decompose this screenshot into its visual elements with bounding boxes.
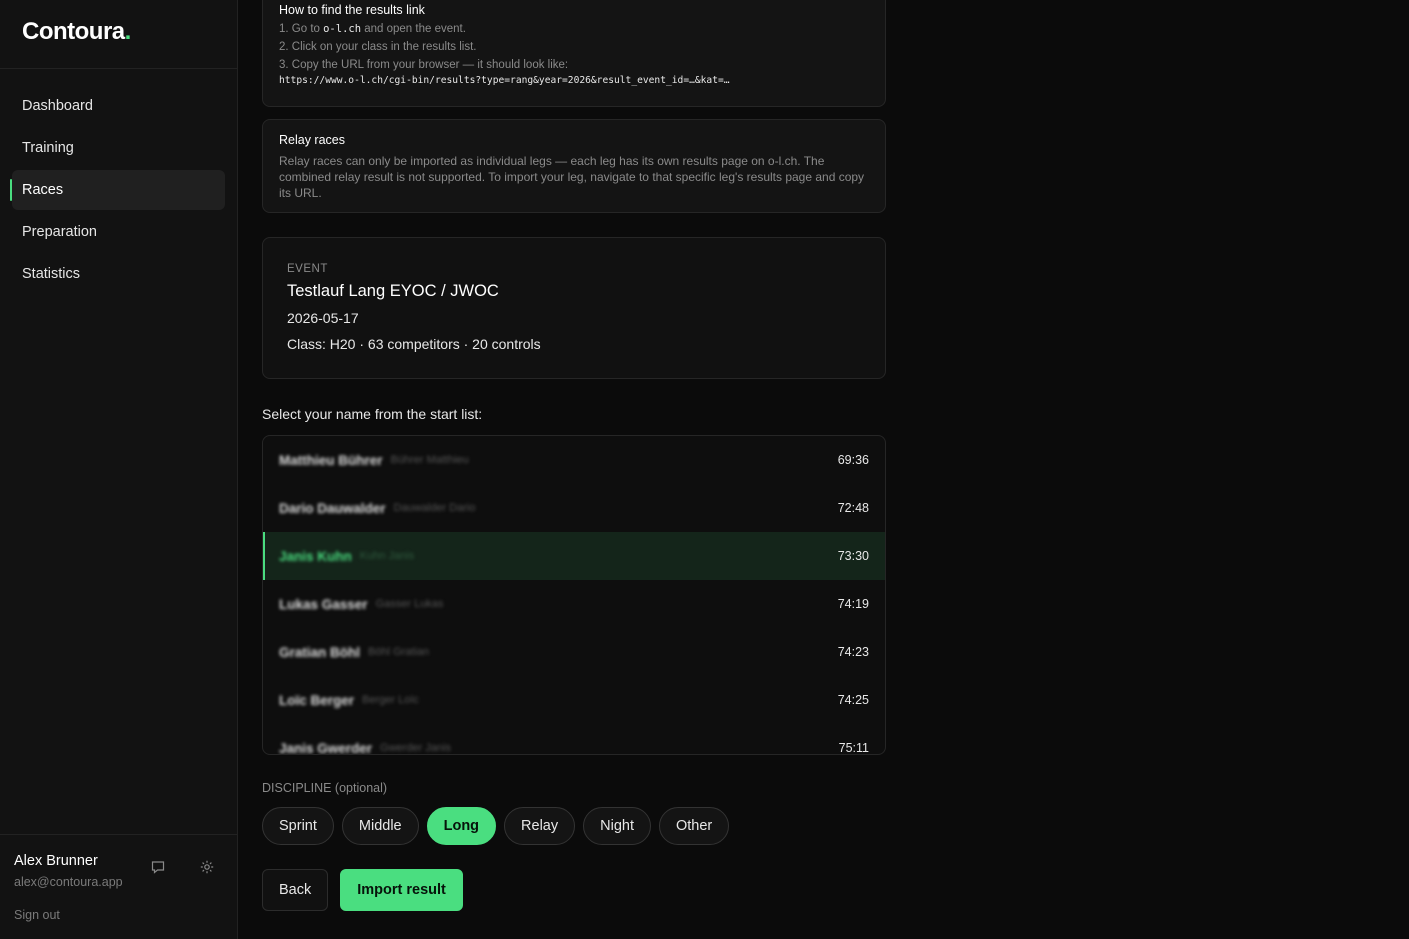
sidebar-item-statistics[interactable]: Statistics [12, 254, 225, 294]
competitor-alt-name: Böhl Gratian [368, 646, 430, 658]
app: Contoura. Dashboard Training Races Prepa… [0, 0, 1409, 939]
main-content: How to find the results link 1. Go to o-… [238, 0, 1409, 939]
help-step-1: 1. Go to o-l.ch and open the event. [279, 23, 869, 35]
competitor-alt-name: Kuhn Janis [359, 550, 415, 562]
event-meta: Class: H20 · 63 competitors · 20 control… [287, 336, 541, 352]
logo[interactable]: Contoura. [0, 0, 237, 69]
competitor-alt-name: Berger Loïc [362, 694, 419, 706]
competitor-time: 75:11 [838, 741, 869, 755]
brand-name: Contoura [22, 18, 125, 45]
relay-title: Relay races [279, 133, 345, 147]
discipline-options: Sprint Middle Long Relay Night Other [262, 807, 730, 845]
import-result-button[interactable]: Import result [340, 869, 463, 911]
list-item[interactable]: Loïc Berger Berger Loïc 74:25 [263, 676, 885, 724]
chat-icon[interactable] [150, 859, 166, 875]
list-item-selected[interactable]: Janis Kuhn Kuhn Janis 73:30 [263, 532, 885, 580]
gear-icon[interactable] [199, 859, 215, 875]
help-step-3: 3. Copy the URL from your browser — it s… [279, 59, 569, 71]
event-card: EVENT Testlauf Lang EYOC / JWOC 2026-05-… [262, 237, 886, 379]
competitor-time: 73:30 [837, 549, 869, 563]
help-step-1-suffix: and open the event. [361, 23, 466, 35]
discipline-label: DISCIPLINE (optional) [262, 781, 388, 795]
help-step-1-text: 1. Go to [279, 23, 324, 35]
list-item[interactable]: Janis Gwerder Gwerder Janis 75:11 [263, 724, 885, 755]
help-step-2: 2. Click on your class in the results li… [279, 41, 477, 53]
discipline-sprint[interactable]: Sprint [262, 807, 334, 845]
relay-text: Relay races can only be imported as indi… [279, 154, 865, 200]
list-item[interactable]: Dario Dauwalder Dauwalder Dario 72:48 [263, 484, 885, 532]
competitor-alt-name: Gwerder Janis [380, 742, 451, 754]
event-date: 2026-05-17 [287, 310, 359, 326]
discipline-relay[interactable]: Relay [504, 807, 576, 845]
sign-out-link[interactable]: Sign out [14, 908, 223, 922]
sidebar-item-dashboard[interactable]: Dashboard [12, 86, 225, 126]
user-panel: Alex Brunner alex@contoura.app Sign out [0, 834, 237, 939]
list-item[interactable]: Matthieu Bührer Bührer Matthieu 69:36 [263, 436, 885, 484]
competitor-alt-name: Dauwalder Dario [393, 502, 476, 514]
sidebar-nav: Dashboard Training Races Preparation Sta… [0, 69, 237, 313]
user-email: alex@contoura.app [14, 875, 123, 889]
start-list-label: Select your name from the start list: [262, 406, 483, 422]
relay-info: Relay races Relay races can only be impo… [262, 119, 886, 213]
list-item[interactable]: Gratian Böhl Böhl Gratian 74:23 [263, 628, 885, 676]
competitor-alt-name: Bührer Matthieu [390, 454, 469, 466]
sidebar-item-races[interactable]: Races [10, 170, 225, 210]
form-actions: Back Import result [262, 869, 463, 911]
competitor-time: 74:23 [837, 645, 869, 659]
results-link-help: How to find the results link 1. Go to o-… [262, 0, 886, 107]
help-title: How to find the results link [279, 3, 425, 17]
competitor-name: Gratian Böhl [279, 644, 361, 660]
sidebar: Contoura. Dashboard Training Races Prepa… [0, 0, 238, 939]
discipline-long[interactable]: Long [426, 807, 497, 845]
discipline-other[interactable]: Other [658, 807, 730, 845]
discipline-middle[interactable]: Middle [341, 807, 419, 845]
competitor-time: 74:19 [837, 597, 869, 611]
competitor-alt-name: Gasser Lukas [375, 598, 444, 610]
competitor-name: Matthieu Bührer [279, 452, 383, 468]
competitor-name: Loïc Berger [279, 692, 355, 708]
start-list[interactable]: Matthieu Bührer Bührer Matthieu 69:36 Dari… [262, 435, 886, 755]
competitor-name: Janis Gwerder [279, 740, 373, 755]
competitor-time: 72:48 [837, 501, 869, 515]
user-name: Alex Brunner [14, 853, 98, 869]
competitor-time: 74:25 [837, 693, 869, 707]
list-item[interactable]: Lukas Gasser Gasser Lukas 74:19 [263, 580, 885, 628]
competitor-name: Janis Kuhn [279, 548, 352, 564]
competitor-name: Dario Dauwalder [279, 500, 386, 516]
event-label: EVENT [287, 263, 328, 275]
sidebar-item-training[interactable]: Training [12, 128, 225, 168]
discipline-night[interactable]: Night [583, 807, 651, 845]
competitor-name: Lukas Gasser [279, 596, 368, 612]
sidebar-item-preparation[interactable]: Preparation [12, 212, 225, 252]
brand-dot: . [124, 18, 132, 45]
example-url: https://www.o-l.ch/cgi-bin/results?type=… [279, 75, 730, 86]
back-button[interactable]: Back [262, 869, 329, 911]
competitor-time: 69:36 [837, 453, 869, 467]
event-title: Testlauf Lang EYOC / JWOC [287, 282, 499, 300]
help-site-code: o-l.ch [323, 23, 362, 35]
